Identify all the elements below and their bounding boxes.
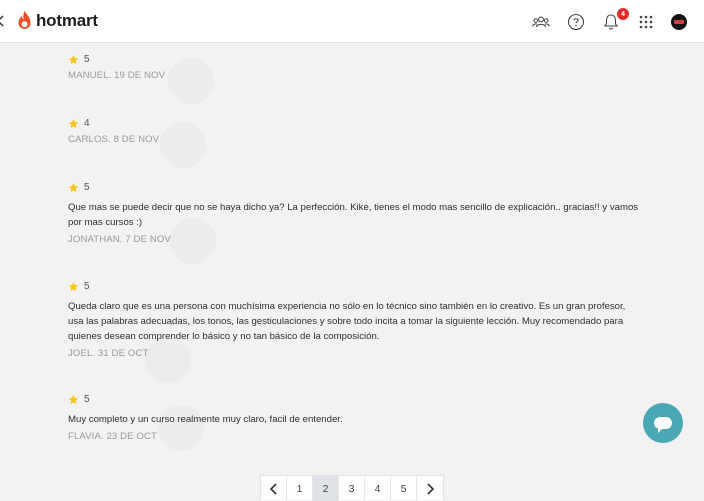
previous-page-button[interactable] (261, 476, 287, 501)
review-author-date: CARLOS. 8 DE NOV (68, 134, 160, 145)
review-comment: Que mas se puede decir que no se haya di… (68, 202, 639, 228)
star-icon (68, 281, 79, 291)
rating-row: 5 (68, 52, 643, 66)
review-comment: Muy completo y un curso realmente muy cl… (68, 414, 343, 425)
brand-name: hotmart (36, 11, 98, 30)
rating-value: 4 (84, 117, 90, 129)
flame-icon (18, 11, 31, 29)
chat-bubble-icon (654, 417, 672, 433)
rating-value: 5 (84, 393, 90, 405)
rating-row: 4 (68, 116, 643, 130)
page-button-1[interactable]: 1 (287, 476, 313, 501)
review-author-date: FLAVIA. 23 DE OCT (68, 431, 157, 442)
back-arrow-icon[interactable] (0, 14, 5, 28)
chevron-right-icon (427, 482, 435, 495)
rating-value: 5 (84, 53, 90, 65)
bell-icon[interactable]: 4 (601, 8, 629, 32)
chevron-left-icon (269, 482, 277, 495)
page-button-2[interactable]: 2 (313, 476, 339, 501)
review-item: 5 Muy completo y un curso realmente muy … (68, 392, 643, 443)
page-button-5[interactable]: 5 (391, 476, 417, 501)
review-item: 5 MANUEL. 19 DE NOV (68, 52, 643, 82)
hotmart-logo[interactable]: hotmart (16, 9, 98, 33)
review-comment: Queda claro que es una persona con muchí… (68, 301, 626, 342)
rating-row: 5 (68, 180, 643, 194)
star-icon (68, 394, 79, 404)
rating-value: 5 (84, 181, 90, 193)
review-item: 4 CARLOS. 8 DE NOV (68, 116, 643, 146)
review-author-date: JOEL. 31 DE OCT (68, 348, 149, 359)
review-author-date: MANUEL. 19 DE NOV (68, 70, 166, 81)
community-icon[interactable] (531, 12, 551, 32)
help-icon[interactable] (566, 12, 586, 32)
page-button-4[interactable]: 4 (365, 476, 391, 501)
page-button-3[interactable]: 3 (339, 476, 365, 501)
review-author-date: JONATHAN. 7 DE NOV (68, 234, 171, 245)
rating-row: 5 (68, 392, 643, 406)
user-avatar[interactable] (671, 14, 687, 30)
top-bar: hotmart 4 (0, 0, 704, 43)
star-icon (68, 182, 79, 192)
chat-support-button[interactable] (643, 403, 683, 443)
star-icon (68, 54, 79, 64)
next-page-button[interactable] (417, 476, 443, 501)
rating-row: 5 (68, 279, 643, 293)
pagination: 1 2 3 4 5 (260, 475, 444, 501)
star-icon (68, 118, 79, 128)
review-item: 5 Que mas se puede decir que no se haya … (68, 180, 643, 246)
notification-badge: 4 (617, 8, 629, 20)
rating-value: 5 (84, 280, 90, 292)
apps-grid-icon[interactable] (636, 12, 656, 32)
review-item: 5 Queda claro que es una persona con muc… (68, 279, 643, 360)
